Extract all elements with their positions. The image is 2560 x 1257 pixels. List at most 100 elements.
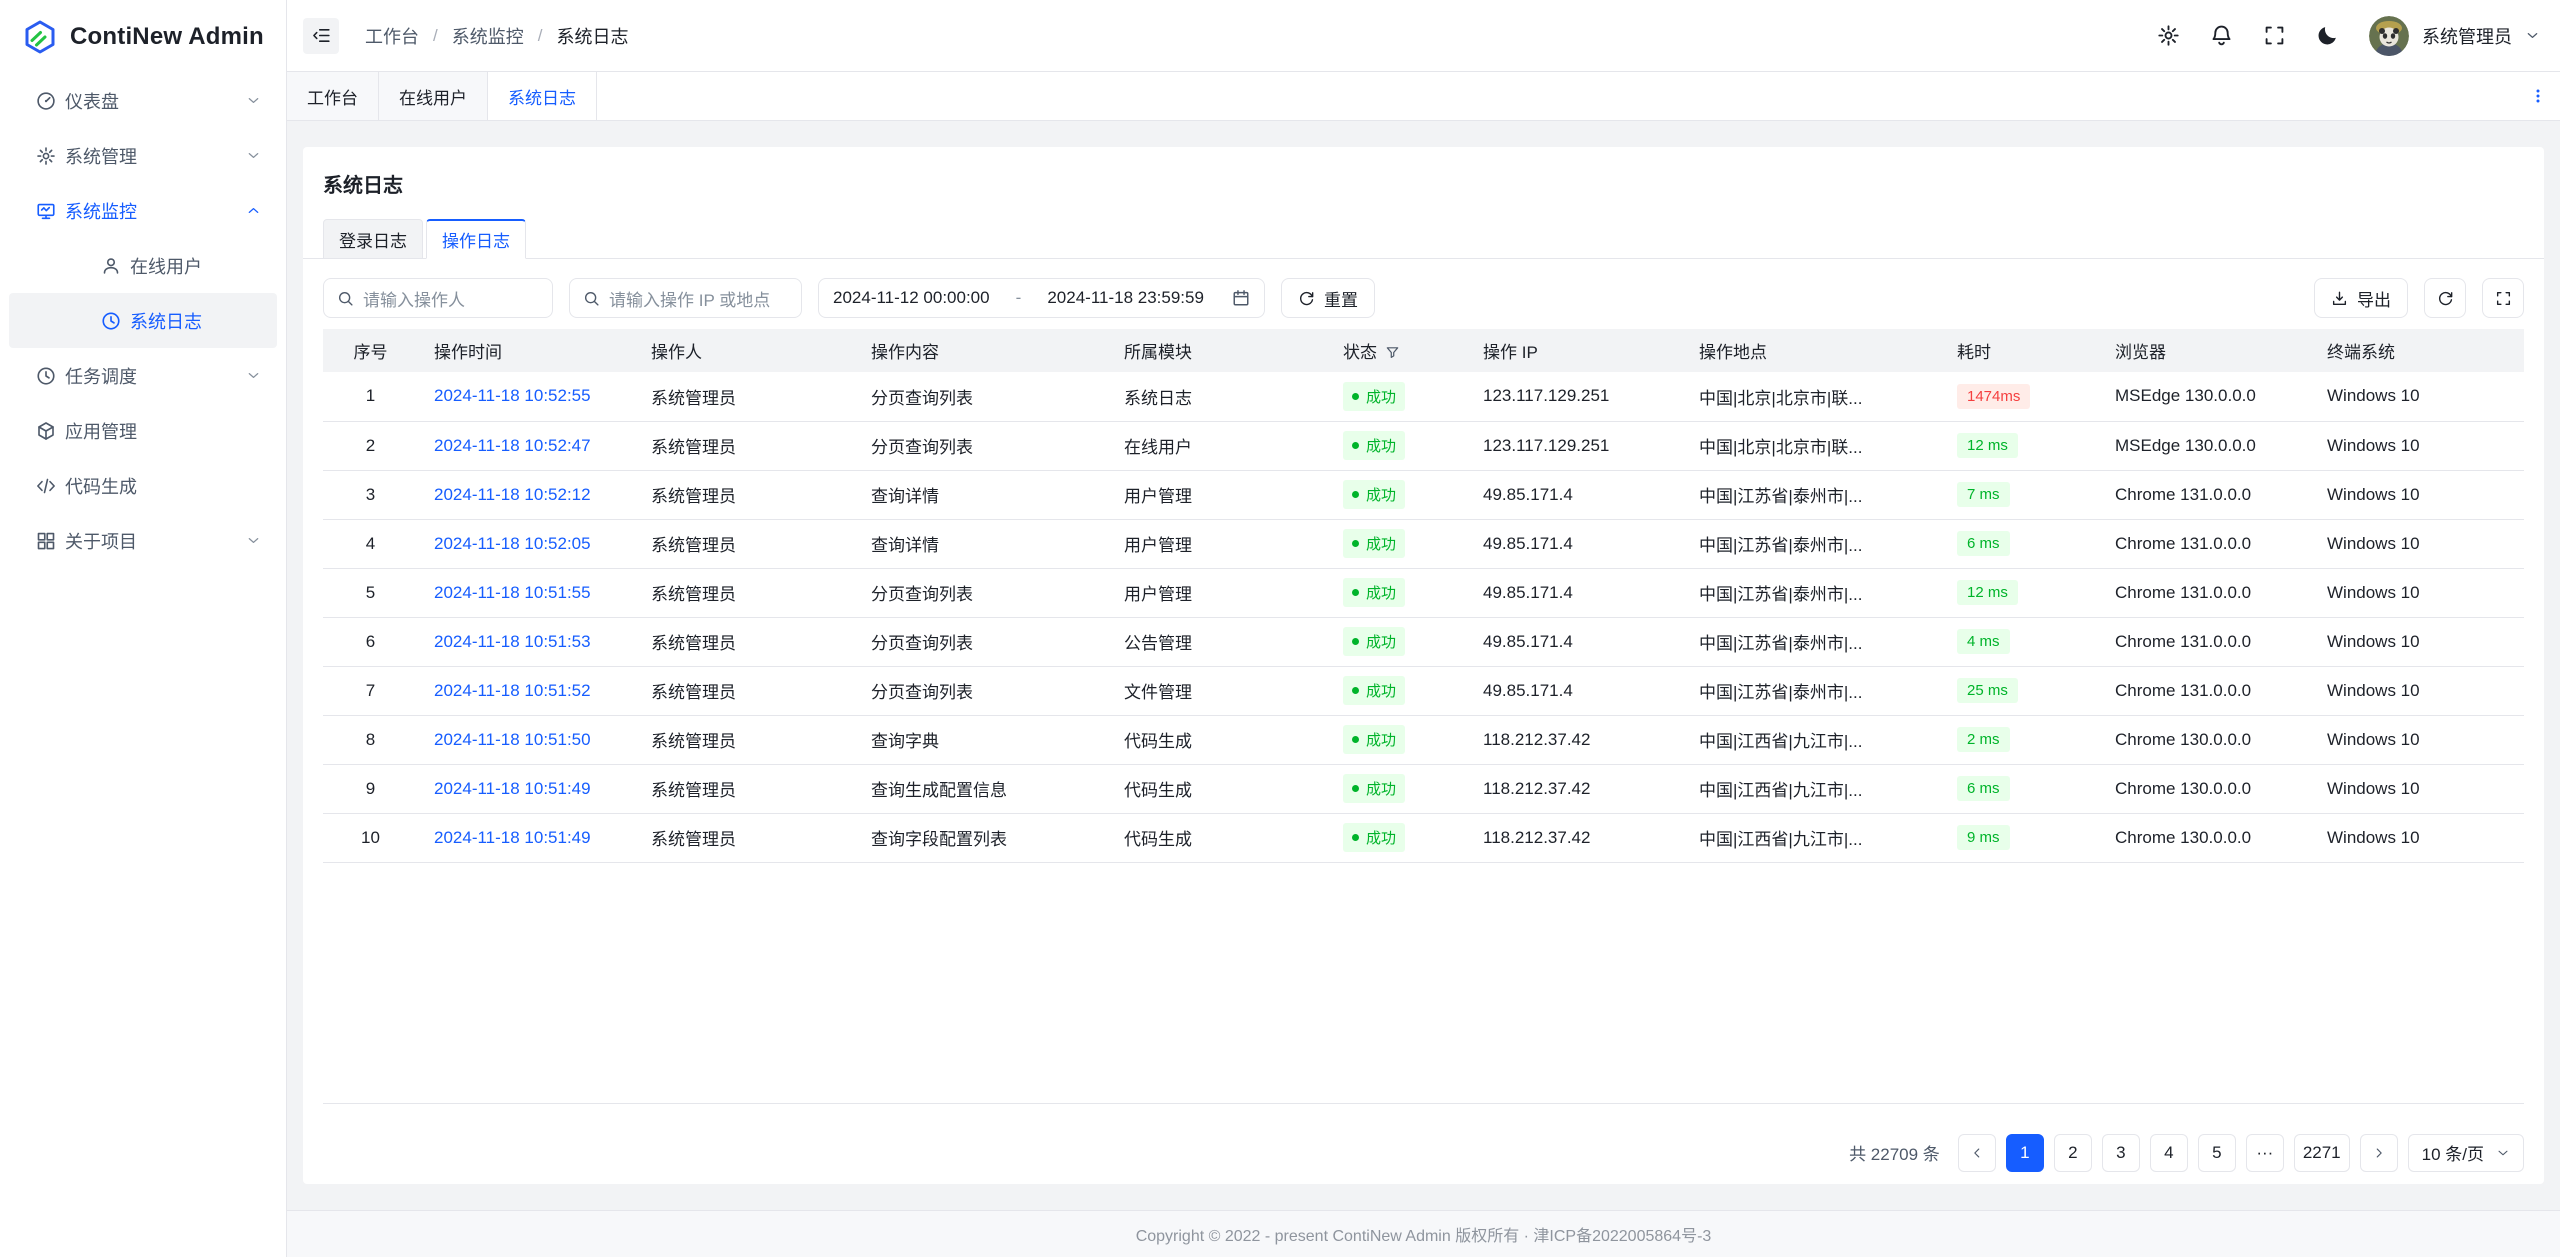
code-icon [36,476,56,496]
dark-mode-moon-icon[interactable] [2316,24,2339,47]
cell-content: 分页查询列表 [855,617,1108,666]
logo[interactable]: ContiNew Admin [0,0,286,73]
column-label: 终端系统 [2327,343,2395,362]
column-header-耗时: 耗时 [1941,329,2099,372]
sidebar-item-在线用户[interactable]: 在线用户 [9,238,277,293]
sidebar-menu: 仪表盘系统管理系统监控在线用户系统日志任务调度应用管理代码生成关于项目 [0,73,286,568]
header-actions: 系统管理员 [2157,16,2540,56]
cell-module: 系统日志 [1108,372,1327,421]
sidebar-item-代码生成[interactable]: 代码生成 [9,458,277,513]
time-link[interactable]: 2024-11-18 10:52:12 [434,485,591,504]
column-header-所属模块: 所属模块 [1108,329,1327,372]
sidebar-item-label: 在线用户 [130,253,202,279]
page-size-select[interactable]: 10 条/页 [2408,1134,2524,1172]
cell-content: 查询详情 [855,470,1108,519]
status-label: 成功 [1366,386,1396,407]
page-button-4[interactable]: 4 [2150,1134,2188,1172]
refresh-table-button[interactable] [2424,278,2466,318]
page-button-2271[interactable]: 2271 [2294,1134,2350,1172]
user-menu[interactable]: 系统管理员 [2369,16,2540,56]
cell-browser: MSEdge 130.0.0.0 [2099,421,2311,470]
ip-search-input[interactable]: 请输入操作 IP 或地点 [569,278,802,318]
cell-os: Windows 10 [2311,666,2524,715]
time-link[interactable]: 2024-11-18 10:52:05 [434,534,591,553]
status-dot-icon [1352,540,1359,547]
date-range-picker[interactable]: 2024-11-12 00:00:00 - 2024-11-18 23:59:5… [818,278,1265,318]
cell-module: 公告管理 [1108,617,1327,666]
operator-search-input[interactable]: 请输入操作人 [323,278,553,318]
sidebar-item-系统管理[interactable]: 系统管理 [9,128,277,183]
notification-bell-icon[interactable] [2210,24,2233,47]
status-badge: 成功 [1343,578,1405,607]
duration-badge: 6 ms [1957,531,2010,556]
fullscreen-icon[interactable] [2263,24,2286,47]
tab-系统日志[interactable]: 系统日志 [488,72,597,120]
breadcrumb-item[interactable]: 工作台 [365,23,419,49]
status-label: 成功 [1366,533,1396,554]
cell-browser: Chrome 131.0.0.0 [2099,666,2311,715]
tab-在线用户[interactable]: 在线用户 [379,72,488,120]
breadcrumb-separator: / [538,26,543,46]
cell-module: 用户管理 [1108,519,1327,568]
log-tab-操作日志[interactable]: 操作日志 [426,219,526,259]
date-start-value: 2024-11-12 00:00:00 [833,288,990,308]
sidebar-item-应用管理[interactable]: 应用管理 [9,403,277,458]
cell-time: 2024-11-18 10:51:52 [418,666,635,715]
page-button-2[interactable]: 2 [2054,1134,2092,1172]
sidebar-item-任务调度[interactable]: 任务调度 [9,348,277,403]
reset-button[interactable]: 重置 [1281,278,1375,318]
time-link[interactable]: 2024-11-18 10:52:55 [434,386,591,405]
time-link[interactable]: 2024-11-18 10:51:49 [434,779,591,798]
cell-location: 中国|江西省|九江市|... [1683,715,1941,764]
time-link[interactable]: 2024-11-18 10:52:47 [434,436,591,455]
table-fullscreen-button[interactable] [2482,278,2524,318]
sidebar-collapse-button[interactable] [303,18,339,54]
time-link[interactable]: 2024-11-18 10:51:52 [434,681,591,700]
cell-browser: Chrome 131.0.0.0 [2099,617,2311,666]
sidebar-item-关于项目[interactable]: 关于项目 [9,513,277,568]
tab-工作台[interactable]: 工作台 [287,72,379,120]
cell-ip: 123.117.129.251 [1467,372,1683,421]
page-button-5[interactable]: 5 [2198,1134,2236,1172]
page-ellipsis[interactable]: ··· [2246,1134,2284,1172]
menu-fold-icon [312,26,331,45]
breadcrumb-item[interactable]: 系统日志 [556,23,628,49]
settings-icon[interactable] [2157,24,2180,47]
cell-location: 中国|江西省|九江市|... [1683,813,1941,862]
log-tab-登录日志[interactable]: 登录日志 [323,219,423,259]
breadcrumb-item[interactable]: 系统监控 [452,23,524,49]
sidebar-item-系统日志[interactable]: 系统日志 [9,293,277,348]
export-button[interactable]: 导出 [2314,278,2408,318]
page-button-3[interactable]: 3 [2102,1134,2140,1172]
prev-page-button[interactable] [1958,1134,1996,1172]
time-link[interactable]: 2024-11-18 10:51:50 [434,730,591,749]
sidebar-item-系统监控[interactable]: 系统监控 [9,183,277,238]
chevron-right-icon [2372,1146,2386,1160]
time-link[interactable]: 2024-11-18 10:51:53 [434,632,591,651]
top-header: 工作台/系统监控/系统日志 [287,0,2560,72]
app-window: ContiNew Admin 仪表盘系统管理系统监控在线用户系统日志任务调度应用… [0,0,2560,1257]
chevron-down-icon [246,368,261,383]
refresh-icon [1298,290,1315,307]
status-badge: 成功 [1343,431,1405,460]
history-icon [101,311,121,331]
time-link[interactable]: 2024-11-18 10:51:55 [434,583,591,602]
cell-ip: 49.85.171.4 [1467,666,1683,715]
time-link[interactable]: 2024-11-18 10:51:49 [434,828,591,847]
next-page-button[interactable] [2360,1134,2398,1172]
status-dot-icon [1352,589,1359,596]
cell-status: 成功 [1327,617,1467,666]
cell-index: 4 [323,519,418,568]
column-header-状态: 状态 [1327,329,1467,372]
cell-index: 2 [323,421,418,470]
page-button-1[interactable]: 1 [2006,1134,2044,1172]
tab-actions-menu[interactable] [2516,72,2560,120]
status-dot-icon [1352,834,1359,841]
cell-operator: 系统管理员 [635,764,855,813]
column-header-操作内容: 操作内容 [855,329,1108,372]
cell-location: 中国|江苏省|泰州市|... [1683,519,1941,568]
cell-status: 成功 [1327,715,1467,764]
operator-placeholder: 请输入操作人 [363,286,465,311]
sidebar-item-仪表盘[interactable]: 仪表盘 [9,73,277,128]
table-row: 72024-11-18 10:51:52系统管理员分页查询列表文件管理成功49.… [323,666,2524,715]
